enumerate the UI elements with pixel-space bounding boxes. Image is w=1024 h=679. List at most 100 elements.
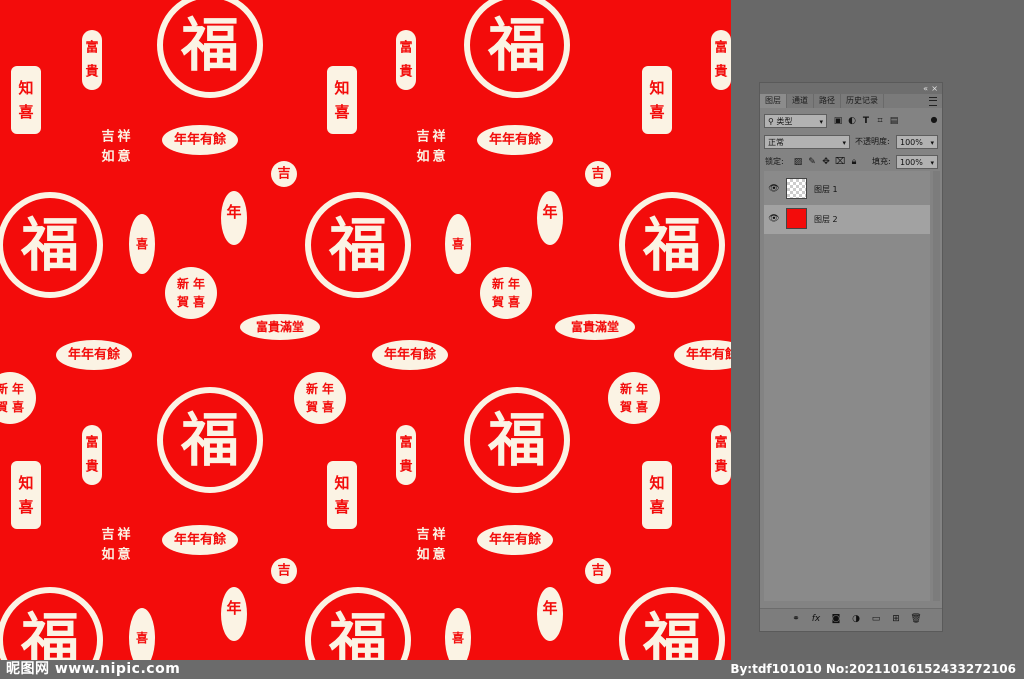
- zhixi-seal: [11, 461, 41, 529]
- tab-paths[interactable]: 路径: [814, 94, 841, 108]
- jixiang-seal-text: 祥: [432, 527, 445, 543]
- niannian-seal-text: 年年有餘: [384, 347, 437, 363]
- xinnian-seal-text: 新: [306, 381, 318, 396]
- niannian-seal-text: 年年有餘: [489, 132, 542, 148]
- filter-toggle-icon[interactable]: ●: [928, 113, 940, 127]
- eye-icon[interactable]: 👁︎: [768, 214, 780, 224]
- shape-filter-icon[interactable]: ⌗: [874, 114, 886, 128]
- niannian-seal-text: 年年有餘: [174, 132, 227, 148]
- xinnian-seal-text: 賀: [619, 399, 632, 414]
- xinnian-seal-text: 年: [193, 276, 205, 291]
- xinnian-seal: [608, 372, 660, 424]
- fu-seal-char: 福: [487, 11, 546, 79]
- watermark-left: 昵图网 www.nipic.com: [6, 661, 181, 677]
- xinnian-seal-text: 新: [492, 276, 504, 291]
- fugui-seal-text: 富: [85, 435, 98, 451]
- layer-name[interactable]: 图层 2: [814, 205, 838, 234]
- layer-row-selected[interactable]: 👁︎ 图层 2: [764, 205, 930, 234]
- add-mask-icon[interactable]: ◙: [830, 613, 842, 625]
- delete-layer-icon[interactable]: 🗑︎: [910, 613, 922, 625]
- close-icon[interactable]: ×: [931, 83, 938, 94]
- jixiang-seal-text: 意: [117, 547, 130, 563]
- zhixi-seal: [327, 66, 357, 134]
- jixiang-seal-text: 如: [101, 149, 114, 165]
- small-oval-seal-text: 喜: [136, 236, 148, 251]
- fugui-seal-text: 貴: [399, 64, 412, 80]
- layer-row[interactable]: 👁︎ 图层 1: [764, 175, 930, 204]
- chevron-down-icon: ▾: [842, 139, 846, 147]
- blend-mode-label: 正常: [768, 138, 784, 147]
- tab-layers[interactable]: 图层: [760, 94, 787, 108]
- document-canvas[interactable]: 福福福福福福福福福福年年有餘年年有餘年年有餘年年有餘年年有餘年年有餘年年有餘富貴…: [0, 0, 731, 660]
- type-filter-icon[interactable]: T: [860, 114, 872, 128]
- tab-channels[interactable]: 通道: [787, 94, 814, 108]
- jixiang-seal-text: 吉: [416, 130, 429, 145]
- fu-seal-char: 福: [180, 11, 239, 79]
- layers-bottom-toolbar: ⚭ fx ◙ ◑ ▭ ⊞ 🗑︎: [760, 608, 942, 631]
- fugui-seal-text: 富: [399, 40, 412, 56]
- jixiang-seal-text: 祥: [117, 527, 130, 543]
- jixiang-seal-text: 意: [432, 547, 445, 563]
- blend-row: 正常 ▾ 不透明度: 100% ▾: [760, 133, 942, 151]
- link-layers-icon[interactable]: ⚭: [790, 613, 802, 625]
- xinnian-seal-text: 新: [0, 381, 8, 396]
- fugui-seal: [396, 30, 416, 90]
- watermark-right: By:tdf101010 No:20211016152433272106: [730, 662, 1016, 676]
- pixel-filter-icon[interactable]: ▣: [832, 114, 844, 128]
- xinnian-seal-text: 喜: [193, 294, 205, 309]
- nian-seal-text: 年: [542, 203, 557, 221]
- ji-seal-text: 吉: [591, 167, 604, 182]
- smart-object-filter-icon[interactable]: ▤: [888, 114, 900, 128]
- zhixi-seal-text: 知: [18, 79, 33, 97]
- lock-position-icon[interactable]: ✥: [820, 155, 832, 169]
- opacity-field[interactable]: 100% ▾: [896, 135, 938, 149]
- eye-icon[interactable]: 👁︎: [768, 184, 780, 194]
- layer-thumbnail: [786, 208, 807, 229]
- xinnian-seal-text: 賀: [305, 399, 318, 414]
- jixiang-seal-text: 吉: [101, 130, 114, 145]
- xinnian-seal-text: 年: [636, 381, 648, 396]
- chevron-down-icon: ▾: [930, 159, 934, 167]
- fu-seal-char: 福: [328, 211, 387, 279]
- layers-scrollbar[interactable]: [933, 171, 940, 601]
- small-oval-seal-text: 喜: [136, 630, 148, 645]
- filter-kind-select[interactable]: ⚲ 类型 ▾: [764, 114, 827, 128]
- opacity-value: 100%: [900, 138, 923, 147]
- ji-seal-text: 吉: [591, 564, 604, 579]
- xinnian-seal: [480, 267, 532, 319]
- zhixi-seal-text: 喜: [334, 103, 349, 121]
- fuguiruyi-seal-text: 富貴滿堂: [256, 319, 304, 334]
- nian-seal-text: 年: [226, 599, 241, 617]
- fugui-seal: [82, 30, 102, 90]
- panel-menu-icon[interactable]: [929, 97, 937, 106]
- xinnian-seal-text: 年: [12, 381, 24, 396]
- panel-titlebar[interactable]: « ×: [760, 83, 942, 94]
- fx-icon[interactable]: fx: [810, 613, 822, 625]
- fugui-seal-text: 貴: [85, 459, 98, 475]
- adjustment-filter-icon[interactable]: ◐: [846, 114, 858, 128]
- lock-transparent-icon[interactable]: ▨: [792, 155, 804, 169]
- lock-all-icon[interactable]: 🔒︎: [848, 155, 860, 169]
- layer-thumbnail: [786, 178, 807, 199]
- adjustment-layer-icon[interactable]: ◑: [850, 613, 862, 625]
- fugui-seal: [82, 425, 102, 485]
- zhixi-seal-text: 知: [334, 474, 349, 492]
- lock-artboard-icon[interactable]: ⌧: [834, 155, 846, 169]
- opacity-label: 不透明度:: [855, 137, 890, 146]
- fugui-seal-text: 貴: [85, 64, 98, 80]
- tab-history[interactable]: 历史记录: [841, 94, 884, 108]
- zhixi-seal-text: 喜: [18, 498, 33, 516]
- new-layer-icon[interactable]: ⊞: [890, 613, 902, 625]
- blend-mode-select[interactable]: 正常 ▾: [764, 135, 850, 149]
- layers-list: 👁︎ 图层 1 👁︎ 图层 2: [764, 171, 930, 601]
- lock-image-icon[interactable]: ✎: [806, 155, 818, 169]
- nian-seal-text: 年: [226, 203, 241, 221]
- zhixi-seal: [327, 461, 357, 529]
- zhixi-seal-text: 喜: [18, 103, 33, 121]
- layer-name[interactable]: 图层 1: [814, 175, 838, 204]
- xinnian-seal-text: 年: [322, 381, 334, 396]
- new-group-icon[interactable]: ▭: [870, 613, 882, 625]
- fill-field[interactable]: 100% ▾: [896, 155, 938, 169]
- filter-row: ⚲ 类型 ▾ ▣ ◐ T ⌗ ▤ ●: [760, 112, 942, 130]
- collapse-icon[interactable]: «: [923, 83, 928, 94]
